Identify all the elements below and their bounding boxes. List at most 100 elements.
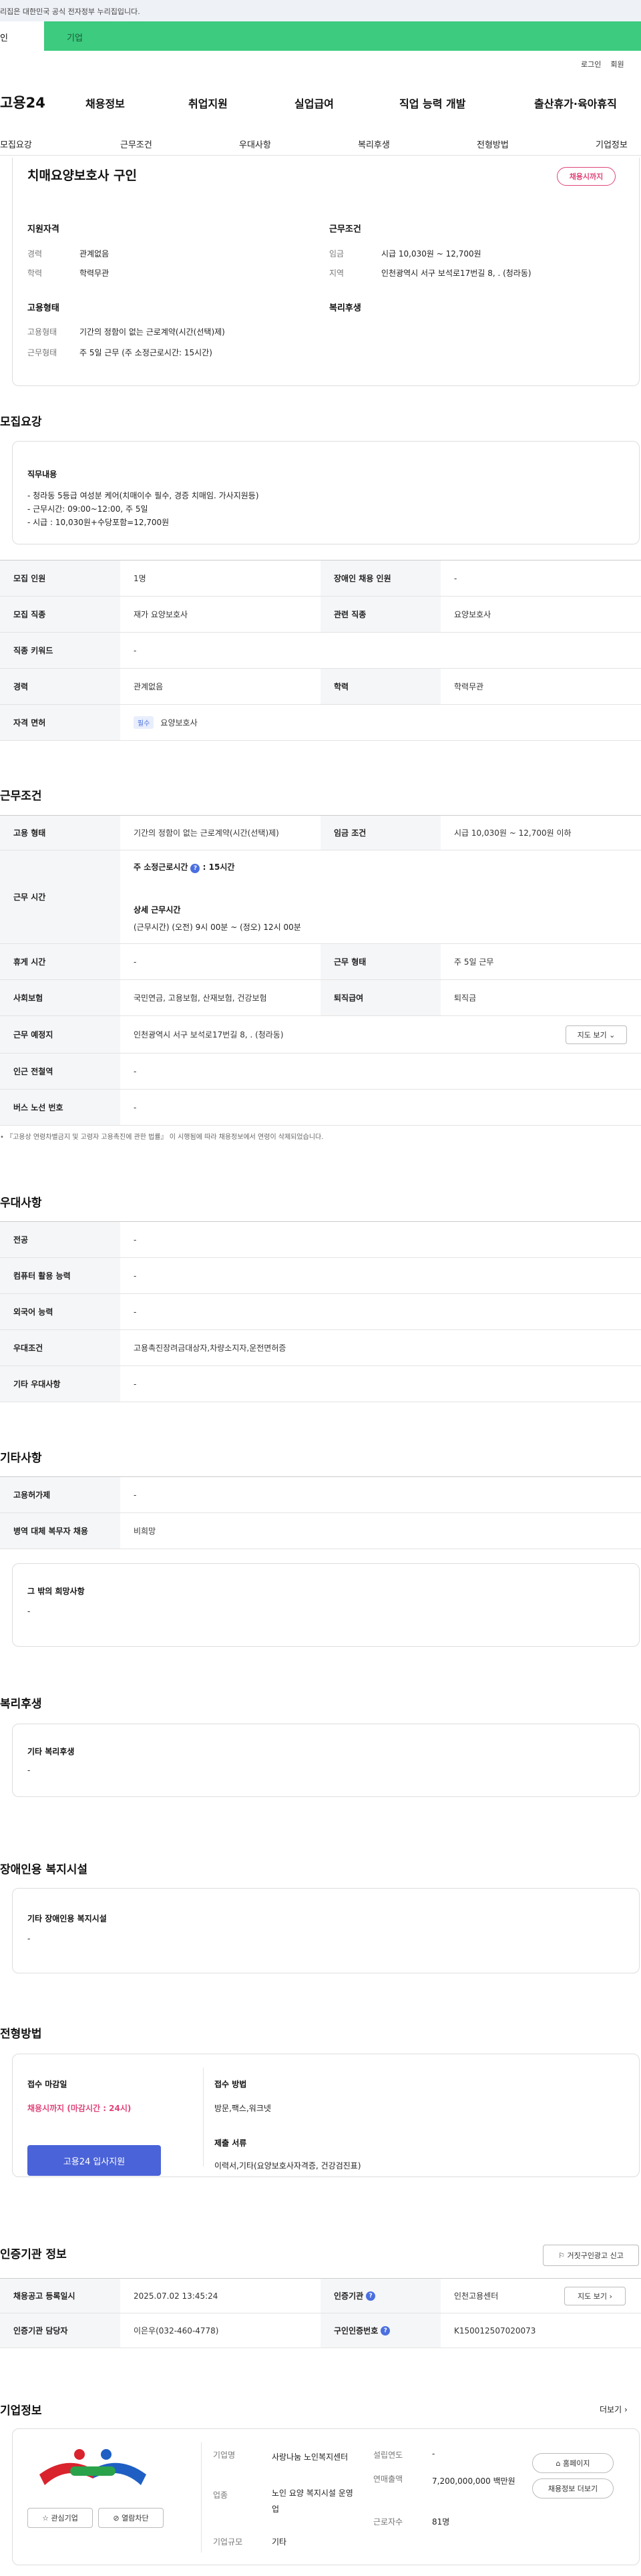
table-row: 모집 인원 1명 장애인 채용 인원 - [0, 560, 641, 597]
th: 직종 키워드 [0, 633, 120, 668]
gnb-parental[interactable]: 출산휴가·육아휴직 [534, 95, 617, 111]
welfare-heading: 복리후생 [329, 303, 361, 313]
gnb-employment[interactable]: 취업지원 [188, 95, 228, 111]
hours-label: 주 소정근로시간 [134, 862, 188, 872]
table-row: 직종 키워드 - [0, 633, 641, 669]
emp-label: 근로자수 [373, 2517, 403, 2527]
th: 인증기관 담당자 [0, 2313, 120, 2348]
td: - [134, 1307, 137, 1317]
help-icon[interactable]: ? [366, 2291, 376, 2301]
map-button-label: 지도 보기 [578, 2292, 608, 2301]
chevron-right-icon: › [609, 2291, 612, 2301]
subnav-recruit[interactable]: 모집요강 [0, 138, 32, 150]
th: 전공 [0, 1222, 120, 1257]
subnav-welfare[interactable]: 복리후생 [358, 138, 390, 150]
th: 자격 면허 [0, 705, 120, 740]
block-label: 열람차단 [122, 2514, 149, 2523]
method-value: 방문,팩스,워크넷 [214, 2104, 271, 2113]
disabled-value: - [27, 1934, 31, 1943]
subnav-pref[interactable]: 우대사항 [239, 138, 271, 150]
company-logo [26, 2448, 160, 2494]
td: 필수 요양보호사 [120, 705, 641, 740]
favorite-button[interactable]: ☆ 관심기업 [27, 2508, 93, 2528]
hours-line: 주 소정근로시간? : 15시간 [134, 862, 235, 873]
th: 근무 예정지 [0, 1016, 120, 1053]
license-value: 요양보호사 [160, 718, 198, 728]
fav-label: 관심기업 [51, 2514, 78, 2523]
welfare-card: 기타 복리후생 - [12, 1724, 640, 1797]
emp-value: 기간의 정함이 없는 근로계약(시간(선택)제) [79, 327, 225, 337]
cert-table: 채용공고 등록일시 2025.07.02 13:45:24 인증기관? 인천고용… [0, 2278, 641, 2348]
work-label: 근무형태 [27, 348, 57, 357]
subnav-company[interactable]: 기업정보 [596, 138, 628, 150]
block-button[interactable]: ⊘ 열람차단 [98, 2508, 164, 2528]
docs-value: 이력서,기타(요양보호사자격증, 건강검진표) [214, 2161, 361, 2170]
td: 시급 10,030원 ~ 12,700원 이하 [454, 828, 572, 838]
td: 2025.07.02 13:45:24 [134, 2291, 218, 2301]
deadline-badge: 채용시까지 [557, 167, 616, 186]
company-title: 기업정보 [0, 2404, 42, 2418]
edu-label: 학력 [27, 269, 43, 278]
welfare-heading: 기타 복리후생 [27, 1747, 75, 1756]
apply-button[interactable]: 고용24 입사지원 [27, 2145, 161, 2176]
year-value: - [432, 2449, 435, 2458]
td: 퇴직금 [454, 993, 477, 1003]
th: 모집 인원 [0, 560, 120, 596]
map-button[interactable]: 지도 보기 ⌄ [566, 1025, 627, 1044]
summary-card: 치매요양보호사 구인 채용시까지 지원자격 근무조건 경력 관계없음 학력 학력… [12, 158, 640, 386]
th: 근무 시간 [0, 850, 120, 943]
td: 학력무관 [454, 682, 484, 691]
company-jobs-button[interactable]: 채용정보 더보기 [532, 2478, 614, 2499]
age-note: • 『고용상 연령차별금지 및 고령자 고용촉진에 관한 법률』 이 시행됨에 … [0, 1134, 324, 1141]
tab-personal[interactable]: 인 [0, 21, 44, 51]
table-row: 외국어 능력 - [0, 1294, 641, 1330]
top-tabs: 인 기업 [0, 21, 641, 51]
career-label: 경력 [27, 249, 43, 259]
th: 모집 직종 [0, 597, 120, 632]
chevron-down-icon: ⌄ [609, 1030, 616, 1039]
cert-title: 인증기관 정보 [0, 2248, 67, 2261]
report-button[interactable]: ⚐ 거짓구인광고 신고 [543, 2245, 639, 2266]
td: - [134, 1066, 137, 1076]
duty-line: - 시급 : 10,030원+수당포함=12,700원 [27, 518, 170, 527]
pref-table: 전공 - 컴퓨터 활용 능력 - 외국어 능력 - 우대조건 고용촉진장려금대상자,차량… [0, 1221, 641, 1402]
subnav-select[interactable]: 전형방법 [477, 138, 509, 150]
table-row: 휴게 시간 - 근무 형태 주 5일 근무 [0, 944, 641, 980]
hope-heading: 그 밖의 희망사항 [27, 1587, 85, 1596]
th: 근무 형태 [320, 944, 441, 979]
help-icon[interactable]: ? [190, 864, 200, 873]
cert-map-button[interactable]: 지도 보기 › [564, 2287, 626, 2305]
docs-heading: 제출 서류 [214, 2138, 247, 2148]
th: 인증기관? [320, 2279, 441, 2313]
gnb-unemployment[interactable]: 실업급여 [294, 95, 334, 111]
divider [203, 2068, 204, 2166]
gnb-jobs[interactable]: 채용정보 [85, 95, 125, 111]
homepage-button[interactable]: ⌂ 홈페이지 [532, 2453, 614, 2473]
table-row: 고용허가제 - [0, 1477, 641, 1513]
more-label: 더보기 [600, 2405, 622, 2414]
td: 요양보호사 [454, 610, 491, 619]
td: - [134, 957, 137, 967]
more-link[interactable]: 더보기 › [600, 2404, 628, 2415]
tab-company[interactable]: 기업 [67, 21, 83, 51]
td: 인천고용센터 [454, 2291, 499, 2301]
td: 인천광역시 서구 보석로17번길 8, . (청라동) [134, 1030, 284, 1039]
required-tag: 필수 [134, 716, 154, 729]
type-heading: 고용형태 [27, 303, 59, 313]
th: 고용허가제 [0, 1477, 120, 1512]
login-link[interactable]: 로그인 [581, 60, 601, 69]
disabled-card: 기타 장애인용 복지시설 - [12, 1888, 640, 1973]
select-title: 전형방법 [0, 2028, 42, 2041]
help-icon[interactable]: ? [381, 2325, 391, 2336]
star-icon: ☆ [42, 2513, 49, 2523]
signup-link[interactable]: 회원 [610, 60, 624, 69]
gnb-training[interactable]: 직업 능력 개발 [399, 95, 465, 111]
logo[interactable]: 고용24 [0, 92, 45, 112]
biz-label: 업종 [213, 2490, 228, 2500]
subnav-cond[interactable]: 근무조건 [120, 138, 152, 150]
td: 주 5일 근무 [454, 957, 494, 967]
td: - [134, 1102, 137, 1112]
td: 비희망 [134, 1526, 156, 1536]
work-value: 주 5일 근무 (주 소정근로시간: 15시간) [79, 348, 212, 357]
duty-heading: 직무내용 [27, 470, 57, 479]
